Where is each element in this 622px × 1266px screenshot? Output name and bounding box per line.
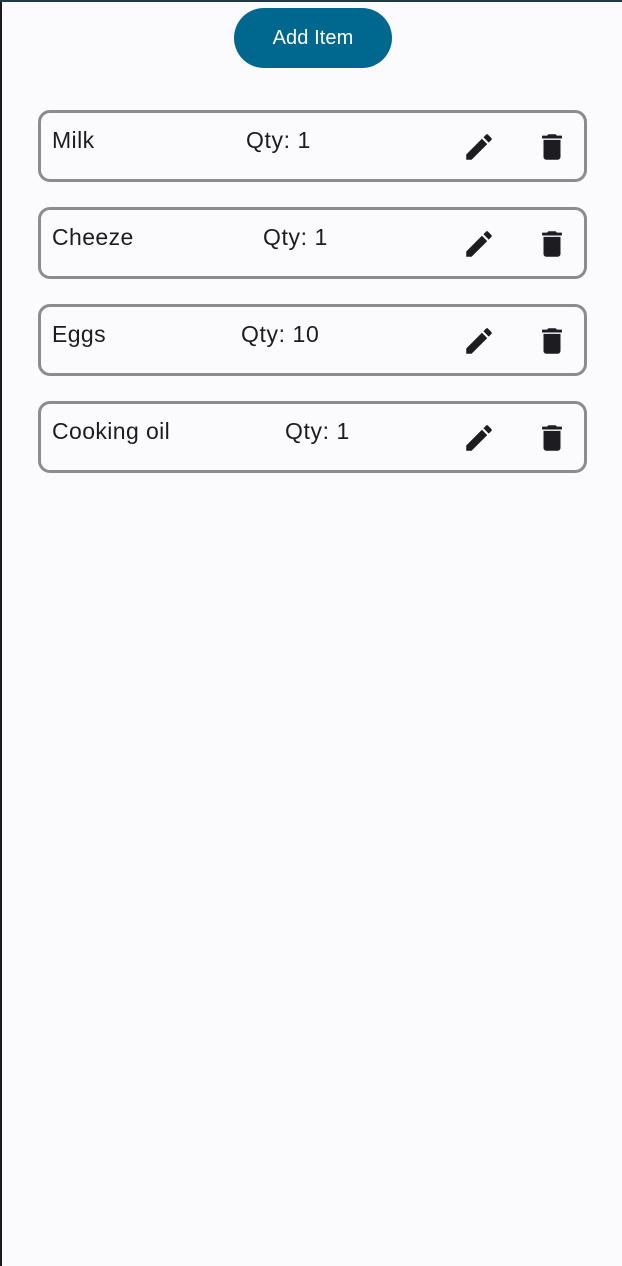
pencil-icon[interactable] — [462, 324, 496, 358]
item-name: Eggs — [52, 321, 107, 347]
pencil-icon[interactable] — [462, 130, 496, 164]
trash-icon[interactable] — [535, 324, 569, 358]
trash-icon[interactable] — [535, 421, 569, 455]
item-name: Cheeze — [52, 224, 134, 250]
item-list: Milk Qty: 1 Cheeze Qty: 1 Eggs Qty: 10 C… — [38, 110, 587, 498]
list-item: Cheeze Qty: 1 — [38, 207, 587, 279]
window-top-border — [0, 0, 622, 2]
item-quantity: Qty: 1 — [285, 418, 350, 444]
item-name: Milk — [52, 127, 95, 153]
window-left-border — [0, 0, 2, 1266]
item-quantity: Qty: 10 — [241, 321, 320, 347]
pencil-icon[interactable] — [462, 421, 496, 455]
add-item-button[interactable]: Add Item — [234, 8, 392, 68]
item-quantity: Qty: 1 — [246, 127, 311, 153]
list-item: Eggs Qty: 10 — [38, 304, 587, 376]
pencil-icon[interactable] — [462, 227, 496, 261]
list-item: Milk Qty: 1 — [38, 110, 587, 182]
trash-icon[interactable] — [535, 227, 569, 261]
trash-icon[interactable] — [535, 130, 569, 164]
item-quantity: Qty: 1 — [263, 224, 328, 250]
item-name: Cooking oil — [52, 418, 171, 444]
list-item: Cooking oil Qty: 1 — [38, 401, 587, 473]
